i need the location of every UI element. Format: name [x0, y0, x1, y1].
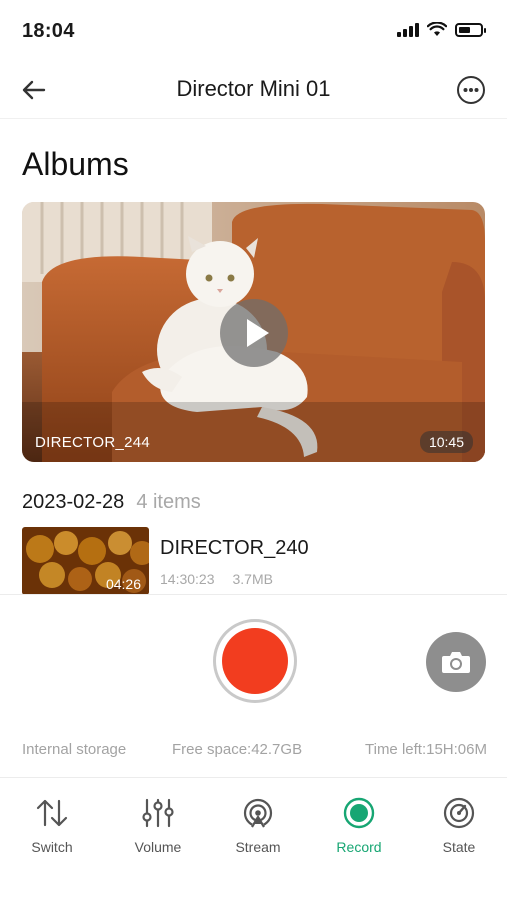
- status-bar: 18:04: [0, 0, 507, 60]
- tabbar-divider: [0, 777, 507, 778]
- top-nav-bar: Director Mini 01: [0, 60, 507, 118]
- cellular-signal-icon: [397, 22, 419, 37]
- snapshot-button[interactable]: [426, 632, 486, 692]
- tab-record[interactable]: Record: [314, 795, 404, 861]
- battery-icon: [455, 22, 486, 37]
- bottom-tab-bar: Switch Volume Stream Record State: [0, 795, 507, 865]
- group-item-count: 4 items: [136, 491, 201, 513]
- list-item[interactable]: 04:26 DIRECTOR_240 14:30:23 3.7MB: [22, 527, 485, 595]
- status-icons: [397, 22, 486, 37]
- more-options-icon: [457, 76, 485, 104]
- more-options-button[interactable]: [455, 74, 487, 106]
- video-meta: 14:30:23 3.7MB: [160, 571, 273, 587]
- date-group-header: 2023-02-28 4 items: [22, 491, 201, 514]
- thumbnail-duration: 04:26: [105, 576, 141, 592]
- page-title: Albums: [22, 146, 129, 182]
- tab-label: State: [442, 839, 476, 855]
- storage-info: Internal storage Free space:42.7GB Time …: [0, 741, 507, 763]
- tab-label: Volume: [134, 839, 182, 855]
- tab-label: Switch: [31, 839, 73, 855]
- record-icon: [343, 797, 375, 829]
- group-date: 2023-02-28: [22, 491, 125, 513]
- video-time: 14:30:23: [160, 571, 215, 587]
- camera-icon: [442, 652, 470, 673]
- video-size: 3.7MB: [232, 571, 273, 587]
- record-button[interactable]: [213, 619, 297, 703]
- featured-video-card[interactable]: DIRECTOR_244 10:45: [22, 202, 485, 462]
- tab-stream[interactable]: Stream: [213, 795, 303, 861]
- status-time: 18:04: [22, 20, 75, 42]
- video-name: DIRECTOR_240: [160, 537, 309, 559]
- stream-broadcast-icon: [243, 798, 273, 829]
- tab-state[interactable]: State: [414, 795, 504, 861]
- storage-label: Internal storage: [22, 741, 127, 758]
- featured-video-name: DIRECTOR_244: [35, 434, 151, 451]
- play-button[interactable]: [220, 299, 288, 367]
- tab-label: Stream: [235, 839, 281, 855]
- wifi-icon: [427, 22, 447, 36]
- video-thumbnail: 04:26: [22, 527, 149, 595]
- tab-label: Record: [336, 839, 382, 855]
- free-space: Free space:42.7GB: [172, 741, 303, 758]
- device-title: Director Mini 01: [176, 76, 331, 101]
- switch-arrows-icon: [36, 799, 68, 827]
- state-gauge-icon: [443, 797, 475, 829]
- tab-volume[interactable]: Volume: [113, 795, 203, 861]
- featured-video-duration: 10:45: [419, 431, 473, 453]
- tab-switch[interactable]: Switch: [7, 795, 97, 861]
- record-control-panel: Internal storage Free space:42.7GB Time …: [0, 594, 507, 900]
- header-divider: [0, 118, 507, 119]
- volume-sliders-icon: [142, 798, 174, 828]
- time-left: Time left:15H:06M: [365, 741, 487, 758]
